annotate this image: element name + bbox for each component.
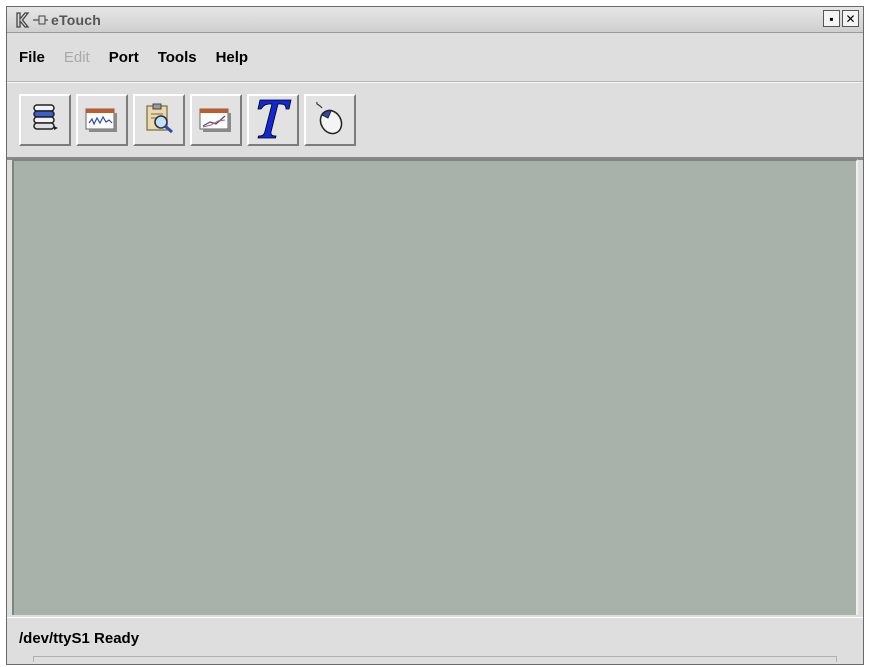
menu-help[interactable]: Help	[216, 49, 249, 66]
mouse-button[interactable]	[304, 94, 356, 146]
status-bar: /dev/ttyS1 Ready	[7, 617, 863, 658]
workspace-area[interactable]	[12, 159, 858, 615]
graph-window-button[interactable]	[190, 94, 242, 146]
window-controls: ▪ ✕	[823, 10, 859, 27]
status-text: /dev/ttyS1 Ready	[19, 629, 140, 647]
inspect-button[interactable]	[133, 94, 185, 146]
restore-button[interactable]: ▪	[823, 10, 840, 27]
toolbar	[7, 82, 863, 160]
serial-port-button[interactable]	[19, 94, 71, 146]
menu-bar: File Edit Port Tools Help	[7, 33, 863, 82]
window-title: eTouch	[51, 11, 101, 28]
mouse-icon	[313, 100, 347, 141]
waveform-window-button[interactable]	[76, 94, 128, 146]
graph-window-icon	[198, 103, 234, 138]
menu-file[interactable]: File	[19, 49, 45, 66]
close-button[interactable]: ✕	[842, 10, 859, 27]
k-logo-icon[interactable]	[13, 11, 31, 29]
serial-port-icon	[28, 101, 62, 140]
title-bar[interactable]: eTouch ▪ ✕	[7, 7, 863, 33]
menu-edit[interactable]: Edit	[64, 49, 90, 66]
clipboard-inspect-icon	[142, 101, 176, 140]
main-window: eTouch ▪ ✕ File Edit Port Tools Help /de…	[6, 6, 864, 665]
text-button[interactable]	[247, 94, 299, 146]
text-t-icon	[253, 96, 293, 145]
menu-port[interactable]: Port	[109, 49, 139, 66]
menu-tools[interactable]: Tools	[158, 49, 197, 66]
pin-icon[interactable]	[33, 12, 49, 28]
waveform-window-icon	[84, 103, 120, 138]
bottom-divider	[33, 656, 837, 662]
